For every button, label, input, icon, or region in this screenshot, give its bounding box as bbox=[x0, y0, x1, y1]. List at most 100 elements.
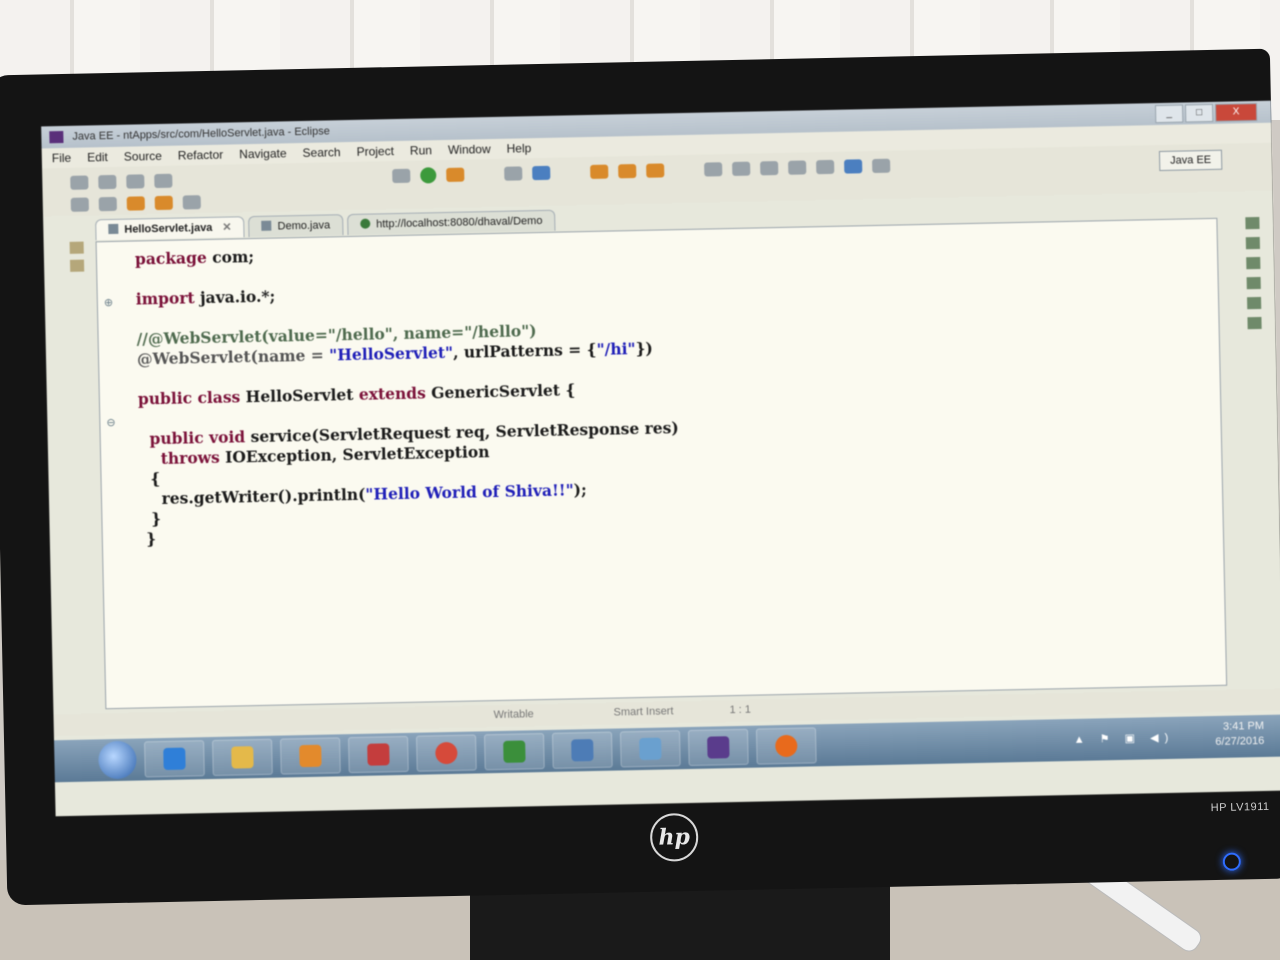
forward-icon[interactable] bbox=[182, 195, 201, 210]
taskbar-eclipse[interactable] bbox=[687, 728, 749, 767]
tab-close-icon[interactable]: ✕ bbox=[222, 221, 231, 233]
code-editor[interactable]: ⊕ ⊖ package com; import java.io.*; //@We… bbox=[95, 217, 1228, 710]
code-line-8: { bbox=[150, 469, 161, 489]
console-view-icon[interactable] bbox=[1247, 296, 1262, 310]
outline-view-icon[interactable] bbox=[1245, 216, 1260, 230]
status-cursor-position: 1 : 1 bbox=[729, 703, 752, 717]
next-annotation-icon[interactable] bbox=[70, 197, 89, 212]
start-button[interactable] bbox=[98, 740, 137, 780]
task-list-icon[interactable] bbox=[1245, 236, 1260, 250]
servers-view-icon[interactable] bbox=[1246, 276, 1261, 290]
tab-demo[interactable]: Demo.java bbox=[248, 214, 344, 238]
menu-navigate[interactable]: Navigate bbox=[239, 143, 287, 164]
menu-edit[interactable]: Edit bbox=[87, 147, 108, 167]
tab-label: http://localhost:8080/dhaval/Demo bbox=[376, 214, 543, 231]
pin-icon[interactable] bbox=[704, 162, 723, 177]
package-explorer-icon[interactable] bbox=[69, 259, 85, 272]
tab-label: Demo.java bbox=[277, 219, 331, 233]
folder-icon bbox=[231, 746, 254, 769]
perspective-java-ee-button[interactable]: Java EE bbox=[1158, 149, 1223, 172]
fold-collapse-icon[interactable]: ⊖ bbox=[106, 416, 115, 429]
code-text: package com; import java.io.*; //@WebSer… bbox=[135, 238, 681, 549]
new-icon[interactable] bbox=[70, 175, 89, 190]
taskbar-excel[interactable] bbox=[483, 733, 545, 771]
show-whitespace-icon[interactable] bbox=[788, 160, 807, 175]
maximize-button[interactable]: □ bbox=[1184, 103, 1214, 123]
save-icon[interactable] bbox=[98, 174, 117, 190]
menu-refactor[interactable]: Refactor bbox=[178, 145, 224, 166]
save-all-icon[interactable] bbox=[126, 174, 145, 189]
new-server-icon[interactable] bbox=[504, 166, 523, 181]
menu-window[interactable]: Window bbox=[448, 139, 491, 160]
status-writable: Writable bbox=[493, 708, 534, 722]
code-line-1: package com; bbox=[134, 247, 255, 269]
app-icon bbox=[367, 743, 390, 766]
globe-icon bbox=[360, 218, 371, 229]
window-icon bbox=[571, 739, 594, 762]
minimize-button[interactable]: _ bbox=[1154, 104, 1184, 124]
taskbar-window[interactable] bbox=[551, 731, 613, 769]
menu-file[interactable]: File bbox=[52, 148, 72, 168]
taskbar-firefox[interactable] bbox=[755, 727, 817, 765]
project-explorer-icon[interactable] bbox=[1247, 316, 1262, 330]
mark-occurrences-icon[interactable] bbox=[732, 161, 751, 176]
excel-icon bbox=[503, 740, 526, 763]
app-icon bbox=[639, 737, 662, 761]
code-line-10: } bbox=[151, 509, 162, 529]
menu-run[interactable]: Run bbox=[410, 140, 432, 160]
open-task-icon[interactable] bbox=[618, 163, 637, 179]
debug-icon[interactable] bbox=[392, 168, 411, 184]
globe-icon[interactable] bbox=[844, 159, 863, 174]
monitor-model: HP LV1911 bbox=[1210, 800, 1270, 815]
monitor: Java EE - ntApps/src/com/HelloServlet.ja… bbox=[0, 48, 1280, 906]
previous-annotation-icon[interactable] bbox=[98, 196, 117, 212]
menu-source[interactable]: Source bbox=[124, 146, 162, 167]
clock-time: 3:41 PM bbox=[1222, 719, 1265, 733]
block-selection-icon[interactable] bbox=[760, 161, 779, 176]
tab-helloservlet[interactable]: HelloServlet.java ✕ bbox=[95, 216, 245, 241]
code-line-9: res.getWriter().println("Hello World of … bbox=[161, 480, 587, 509]
firefox-icon bbox=[775, 734, 798, 758]
taskbar-ie[interactable] bbox=[144, 740, 205, 778]
external-tools-icon[interactable] bbox=[446, 167, 465, 182]
code-line-2: import java.io.*; bbox=[135, 286, 276, 309]
taskbar-chrome[interactable] bbox=[416, 734, 477, 772]
tab-browser[interactable]: http://localhost:8080/dhaval/Demo bbox=[346, 209, 556, 236]
taskbar-app[interactable] bbox=[348, 735, 409, 774]
pilcrow-icon[interactable] bbox=[816, 159, 835, 175]
code-line-5: public class HelloServlet extends Generi… bbox=[137, 380, 576, 409]
menu-search[interactable]: Search bbox=[302, 142, 340, 163]
menu-project[interactable]: Project bbox=[356, 141, 394, 162]
taskbar-media[interactable] bbox=[280, 737, 341, 775]
chrome-icon bbox=[435, 741, 458, 765]
java-file-icon bbox=[261, 220, 272, 231]
system-clock[interactable]: 3:41 PM 6/27/2016 bbox=[1215, 719, 1265, 750]
close-button[interactable]: X bbox=[1214, 102, 1258, 122]
hp-logo: hp bbox=[649, 812, 699, 862]
tab-label: HelloServlet.java bbox=[124, 221, 213, 236]
taskbar-app-2[interactable] bbox=[619, 730, 681, 768]
search-icon[interactable] bbox=[646, 163, 665, 178]
web-browser-icon[interactable] bbox=[532, 165, 551, 181]
fold-expand-icon[interactable]: ⊕ bbox=[104, 296, 113, 309]
system-tray-icons[interactable]: ▲ ⚑ ▣ ◀) bbox=[1074, 731, 1175, 746]
run-icon[interactable] bbox=[420, 167, 437, 184]
menu-help[interactable]: Help bbox=[506, 138, 531, 159]
open-type-icon[interactable] bbox=[590, 164, 609, 179]
window-controls: _ □ X bbox=[1154, 102, 1258, 124]
power-icon[interactable] bbox=[1222, 852, 1242, 871]
markers-view-icon[interactable] bbox=[1246, 256, 1261, 270]
taskbar-explorer[interactable] bbox=[212, 738, 273, 776]
eclipse-icon bbox=[49, 131, 64, 144]
code-line-11: } bbox=[146, 529, 157, 549]
restore-view-icon[interactable] bbox=[69, 241, 84, 254]
print-icon[interactable] bbox=[154, 173, 173, 189]
window-title: Java EE - ntApps/src/com/HelloServlet.ja… bbox=[72, 125, 330, 143]
back-icon[interactable] bbox=[154, 195, 173, 211]
eclipse-icon bbox=[707, 736, 730, 759]
clock-date: 6/27/2016 bbox=[1215, 734, 1265, 748]
right-minimized-views bbox=[1239, 209, 1269, 410]
left-minimized-views bbox=[61, 235, 101, 736]
last-edit-icon[interactable] bbox=[126, 196, 145, 211]
link-icon[interactable] bbox=[872, 158, 891, 174]
